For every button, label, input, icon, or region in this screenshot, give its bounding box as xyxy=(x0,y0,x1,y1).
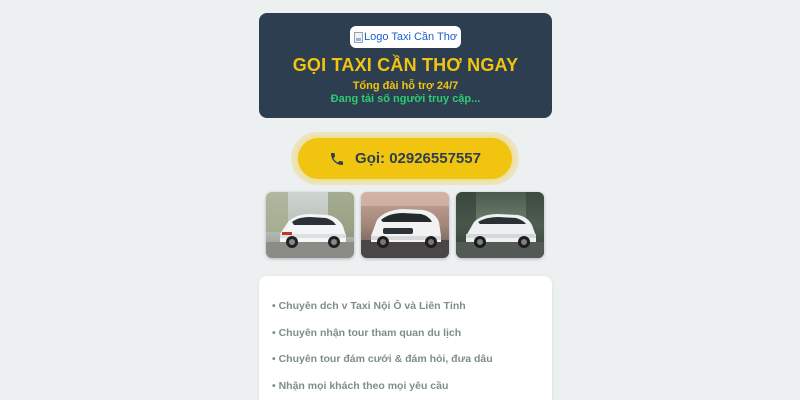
phone-icon xyxy=(329,151,345,167)
header-card: Logo Taxi Cần Thơ GỌI TAXI CẦN THƠ NGAY … xyxy=(259,13,552,118)
car-photo-1 xyxy=(266,192,354,258)
logo-image: Logo Taxi Cần Thơ xyxy=(350,26,461,48)
visitor-counter-text: Đang tải số người truy cập... xyxy=(330,93,481,105)
logo-alt-text: Logo Taxi Cần Thơ xyxy=(364,31,458,43)
broken-image-icon xyxy=(354,31,363,43)
service-item: • Chuyên tour đám cưới & đám hỏi, đưa dâ… xyxy=(272,353,493,365)
service-item: • Chuyên dch v Taxi Nội Ô và Liên Tỉnh xyxy=(272,300,466,312)
service-item: • Nhận mọi khách theo mọi yêu cầu xyxy=(272,379,449,392)
support-hotline-text: Tổng đài hỗ trợ 24/7 xyxy=(352,80,459,92)
call-button[interactable]: Gọi: 02926557557 xyxy=(298,138,512,179)
cta-title: GỌI TAXI CẦN THƠ NGAY xyxy=(292,55,519,75)
car-gallery xyxy=(266,192,545,259)
call-button-label: Gọi: 02926557557 xyxy=(355,150,481,167)
services-card: • Chuyên dch v Taxi Nội Ô và Liên Tỉnh •… xyxy=(259,276,552,400)
car-photo-3 xyxy=(456,192,544,258)
page: Logo Taxi Cần Thơ GỌI TAXI CẦN THƠ NGAY … xyxy=(0,0,800,400)
car-photo-2 xyxy=(361,192,449,258)
service-item: • Chuyên nhận tour tham quan du lịch xyxy=(272,326,462,339)
